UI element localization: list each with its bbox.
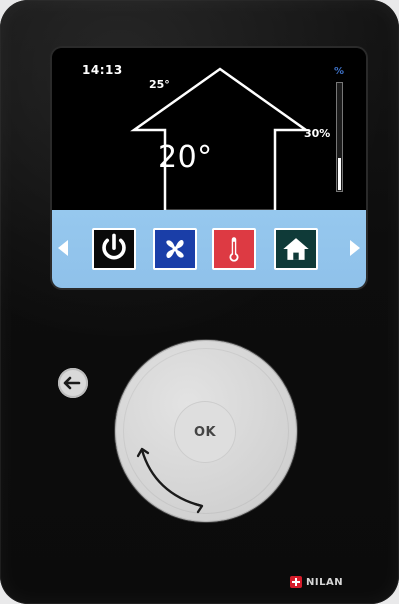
ventilation-level-fill <box>338 157 341 190</box>
brand-name: NILAN <box>306 576 344 588</box>
rotate-arrows-icon <box>136 447 204 514</box>
outdoor-temperature: 25° <box>149 78 170 91</box>
indoor-temperature: 20° <box>158 140 213 175</box>
home-icon <box>283 238 309 260</box>
thermometer-icon <box>229 237 239 262</box>
fan-icon <box>166 239 184 259</box>
nilan-logo-icon <box>290 576 302 588</box>
power-icon <box>102 233 126 260</box>
temperature-tile[interactable] <box>212 228 256 270</box>
menu-bar <box>52 210 366 288</box>
status-area: 14:13 25° 20° % 30% <box>52 48 366 213</box>
home-tile[interactable] <box>274 228 318 270</box>
display-screen: 14:13 25° 20° % 30% <box>52 48 366 288</box>
fan-level-indicator: % <box>334 66 345 77</box>
back-icon <box>63 376 81 390</box>
clock-time: 14:13 <box>82 63 123 77</box>
fan-tile[interactable] <box>153 228 197 270</box>
back-button[interactable] <box>58 368 88 398</box>
ventilation-level-bar <box>336 82 343 192</box>
arrow-right-icon[interactable] <box>350 240 360 256</box>
ventilation-percent: 30% <box>304 127 331 140</box>
nilan-controller: 14:13 25° 20° % 30% OK NILAN <box>0 0 399 604</box>
arrow-left-icon[interactable] <box>58 240 68 256</box>
power-tile[interactable] <box>92 228 136 270</box>
brand: NILAN <box>290 572 343 592</box>
